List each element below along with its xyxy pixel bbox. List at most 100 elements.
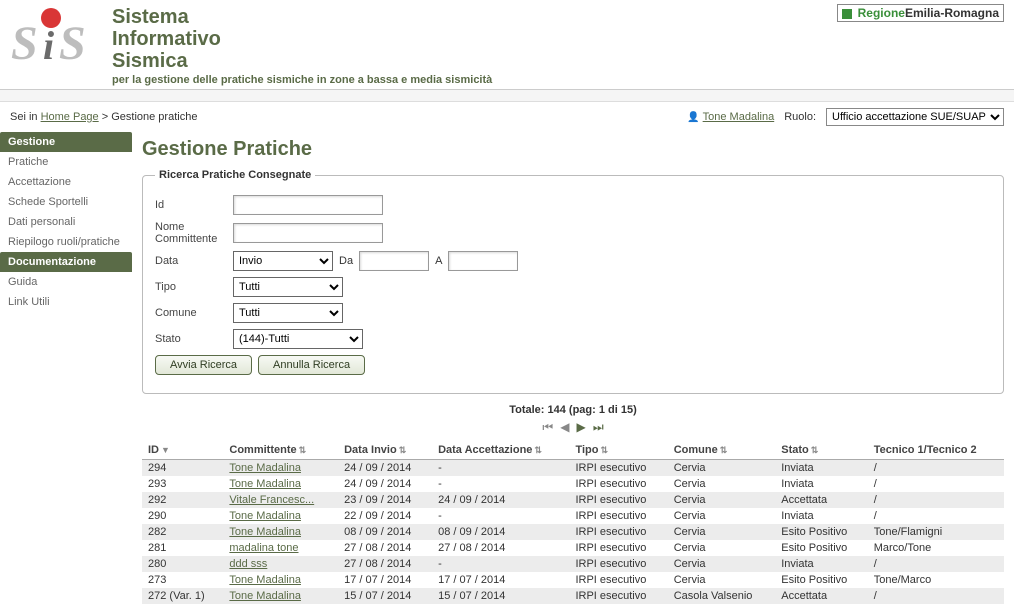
region-logo: RegioneEmilia-Romagna (837, 4, 1004, 22)
sidebar-head-doc: Documentazione (0, 252, 132, 272)
cell-id: 293 (142, 476, 223, 492)
breadcrumb-home-link[interactable]: Home Page (41, 111, 99, 123)
pager-next-icon[interactable]: ▶ (577, 420, 586, 434)
header: S i S Sistema Informativo Sismica per la… (0, 0, 1014, 90)
cell-invio: 27 / 08 / 2014 (338, 556, 432, 572)
th-committente[interactable]: Committente⇅ (223, 441, 338, 460)
sidebar: Gestione Pratiche Accettazione Schede Sp… (0, 132, 132, 312)
committente-link[interactable]: Tone Madalina (229, 590, 301, 602)
cell-id: 272 (Var. 1) (142, 588, 223, 604)
cell-comune: Cervia (668, 556, 776, 572)
user-link[interactable]: Tone Madalina (703, 111, 775, 123)
sort-icon: ⇅ (811, 445, 819, 455)
cell-accett: 15 / 07 / 2014 (432, 588, 569, 604)
cell-stato: Accettata (775, 588, 867, 604)
committente-link[interactable]: Tone Madalina (229, 462, 301, 474)
cell-tipo: IRPI esecutivo (569, 524, 667, 540)
svg-text:S: S (11, 17, 38, 70)
table-row: 281madalina tone27 / 08 / 201427 / 08 / … (142, 540, 1004, 556)
region-prefix: Regione (858, 6, 905, 20)
th-comune[interactable]: Comune⇅ (668, 441, 776, 460)
committente-link[interactable]: Tone Madalina (229, 574, 301, 586)
committente-link[interactable]: ddd sss (229, 558, 267, 570)
th-invio[interactable]: Data Invio⇅ (338, 441, 432, 460)
cell-stato: Esito Positivo (775, 572, 867, 588)
reset-button[interactable]: Annulla Ricerca (258, 355, 365, 375)
a-input[interactable] (448, 251, 518, 271)
cell-stato: Inviata (775, 476, 867, 492)
cell-stato: Inviata (775, 508, 867, 524)
cell-committente: Tone Madalina (223, 508, 338, 524)
committente-link[interactable]: Tone Madalina (229, 526, 301, 538)
title-block: Sistema Informativo Sismica per la gesti… (112, 4, 492, 86)
cell-committente: Tone Madalina (223, 572, 338, 588)
cell-accett: 08 / 09 / 2014 (432, 524, 569, 540)
cell-tipo: IRPI esecutivo (569, 572, 667, 588)
cell-comune: Cervia (668, 460, 776, 477)
cell-invio: 27 / 08 / 2014 (338, 540, 432, 556)
th-tipo[interactable]: Tipo⇅ (569, 441, 667, 460)
sidebar-item-schede[interactable]: Schede Sportelli (0, 192, 132, 212)
th-id[interactable]: ID▼ (142, 441, 223, 460)
breadcrumb-sep: > (102, 111, 111, 123)
sidebar-item-accettazione[interactable]: Accettazione (0, 172, 132, 192)
sidebar-item-link[interactable]: Link Utili (0, 292, 132, 312)
cell-tipo: IRPI esecutivo (569, 476, 667, 492)
th-accett[interactable]: Data Accettazione⇅ (432, 441, 569, 460)
pager-summary: Totale: 144 (pag: 1 di 15) (142, 404, 1004, 416)
search-button[interactable]: Avvia Ricerca (155, 355, 252, 375)
sidebar-item-dati[interactable]: Dati personali (0, 212, 132, 232)
sort-icon: ⇅ (299, 445, 307, 455)
comune-select[interactable]: Tutti (233, 303, 343, 323)
breadcrumb-prefix: Sei in (10, 111, 41, 123)
stato-select[interactable]: (144)-Tutti (233, 329, 363, 349)
cell-id: 294 (142, 460, 223, 477)
cell-accett: 17 / 07 / 2014 (432, 572, 569, 588)
cell-tipo: IRPI esecutivo (569, 460, 667, 477)
pager-first-icon[interactable]: ⏮ (542, 420, 553, 434)
pager-last-icon[interactable]: ⏭ (593, 420, 604, 434)
cell-comune: Cervia (668, 508, 776, 524)
cell-accett: - (432, 508, 569, 524)
committente-link[interactable]: Tone Madalina (229, 478, 301, 490)
sidebar-item-pratiche[interactable]: Pratiche (0, 152, 132, 172)
cell-id: 281 (142, 540, 223, 556)
da-input[interactable] (359, 251, 429, 271)
cell-id: 280 (142, 556, 223, 572)
sidebar-item-guida[interactable]: Guida (0, 272, 132, 292)
committente-link[interactable]: madalina tone (229, 542, 298, 554)
search-legend: Ricerca Pratiche Consegnate (155, 169, 315, 181)
data-type-select[interactable]: Invio (233, 251, 333, 271)
cell-invio: 23 / 09 / 2014 (338, 492, 432, 508)
sidebar-item-riepilogo[interactable]: Riepilogo ruoli/pratiche (0, 232, 132, 252)
cell-accett: - (432, 556, 569, 572)
committente-link[interactable]: Vitale Francesc... (229, 494, 314, 506)
cell-tecnico: / (868, 460, 1004, 477)
table-row: 292Vitale Francesc...23 / 09 / 201424 / … (142, 492, 1004, 508)
role-select[interactable]: Ufficio accettazione SUE/SUAP (826, 108, 1004, 126)
header-gap (0, 90, 1014, 102)
table-row: 293Tone Madalina24 / 09 / 2014-IRPI esec… (142, 476, 1004, 492)
nome-input[interactable] (233, 223, 383, 243)
region-square-icon (842, 9, 852, 19)
cell-committente: Vitale Francesc... (223, 492, 338, 508)
cell-comune: Cervia (668, 524, 776, 540)
table-row: 272 (Var. 1)Tone Madalina15 / 07 / 20141… (142, 588, 1004, 604)
cell-comune: Casola Valsenio (668, 588, 776, 604)
cell-tecnico: / (868, 492, 1004, 508)
cell-tipo: IRPI esecutivo (569, 556, 667, 572)
th-stato[interactable]: Stato⇅ (775, 441, 867, 460)
cell-tecnico: / (868, 476, 1004, 492)
app-title-2: Informativo (112, 28, 492, 50)
id-input[interactable] (233, 195, 383, 215)
app-logo: S i S (10, 4, 102, 74)
sidebar-head-gestione: Gestione (0, 132, 132, 152)
tipo-select[interactable]: Tutti (233, 277, 343, 297)
table-row: 282Tone Madalina08 / 09 / 201408 / 09 / … (142, 524, 1004, 540)
user-block: 👤 Tone Madalina (687, 111, 774, 123)
cell-committente: Tone Madalina (223, 588, 338, 604)
cell-invio: 22 / 09 / 2014 (338, 508, 432, 524)
committente-link[interactable]: Tone Madalina (229, 510, 301, 522)
table-header-row: ID▼ Committente⇅ Data Invio⇅ Data Accett… (142, 441, 1004, 460)
pager-prev-icon[interactable]: ◀ (560, 420, 569, 434)
